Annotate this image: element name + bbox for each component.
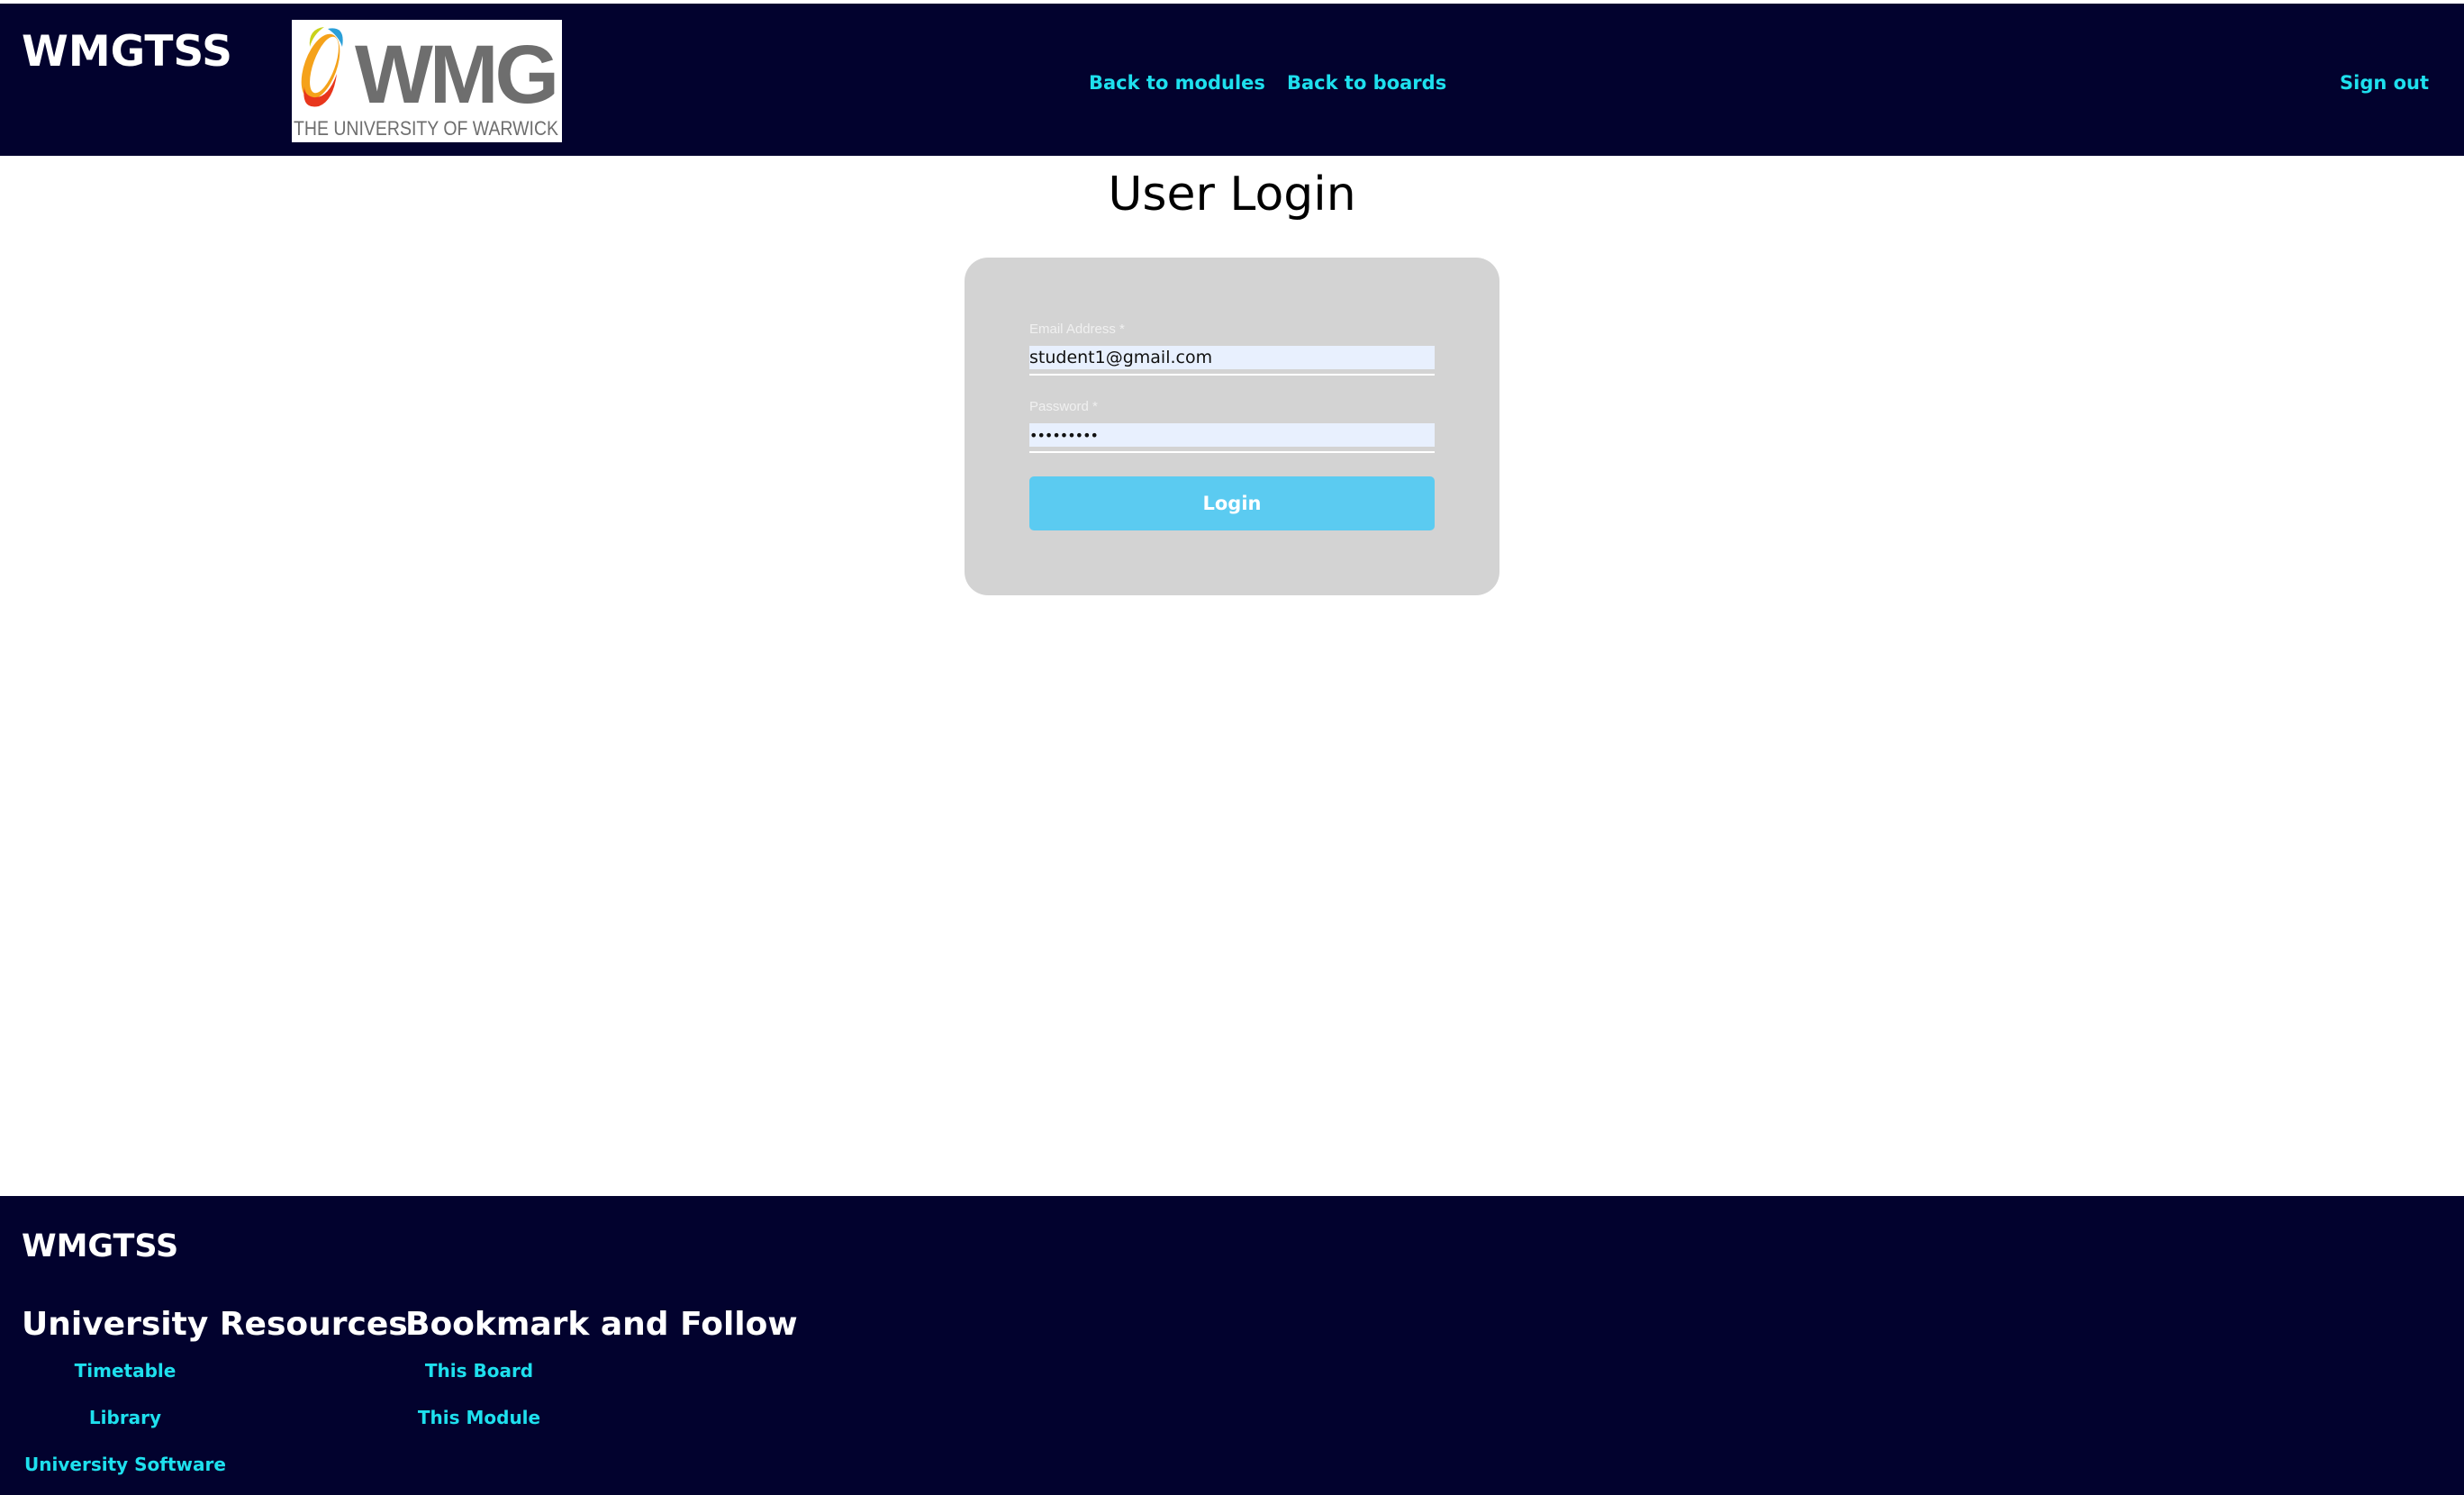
this-module-link[interactable]: This Module — [389, 1407, 569, 1428]
site-header: WMGTSS WMG THE UNIVERSITY OF WARWICK Bac… — [0, 0, 2464, 156]
library-link[interactable]: Library — [22, 1407, 229, 1428]
back-to-modules-link[interactable]: Back to modules — [1089, 72, 1265, 94]
email-field[interactable] — [1029, 346, 1435, 369]
logo-wordmark: WMG — [355, 29, 556, 121]
login-card: Email Address * Password * Login — [965, 258, 1499, 595]
password-underline — [1029, 451, 1435, 453]
university-resources-heading: University Resources — [22, 1306, 408, 1343]
site-footer: WMGTSS University Resources Timetable Li… — [0, 1196, 2464, 1495]
sign-out-link[interactable]: Sign out — [2340, 72, 2429, 94]
logo-subtext: THE UNIVERSITY OF WARWICK — [294, 117, 558, 140]
bookmark-follow-heading: Bookmark and Follow — [405, 1306, 798, 1343]
university-software-link[interactable]: University Software — [22, 1454, 229, 1475]
email-label: Email Address * — [1029, 322, 1125, 337]
back-to-boards-link[interactable]: Back to boards — [1287, 72, 1446, 94]
footer-brand: WMGTSS — [22, 1228, 179, 1264]
email-underline — [1029, 374, 1435, 376]
this-board-link[interactable]: This Board — [389, 1360, 569, 1382]
timetable-link[interactable]: Timetable — [22, 1360, 229, 1382]
site-brand[interactable]: WMGTSS — [22, 27, 232, 77]
password-field[interactable] — [1029, 423, 1435, 447]
login-button[interactable]: Login — [1029, 476, 1435, 530]
wmg-logo[interactable]: WMG THE UNIVERSITY OF WARWICK — [292, 20, 562, 142]
password-label: Password * — [1029, 399, 1098, 414]
wmg-logo-graphic: WMG THE UNIVERSITY OF WARWICK — [294, 27, 559, 140]
page-title: User Login — [1108, 168, 1356, 222]
